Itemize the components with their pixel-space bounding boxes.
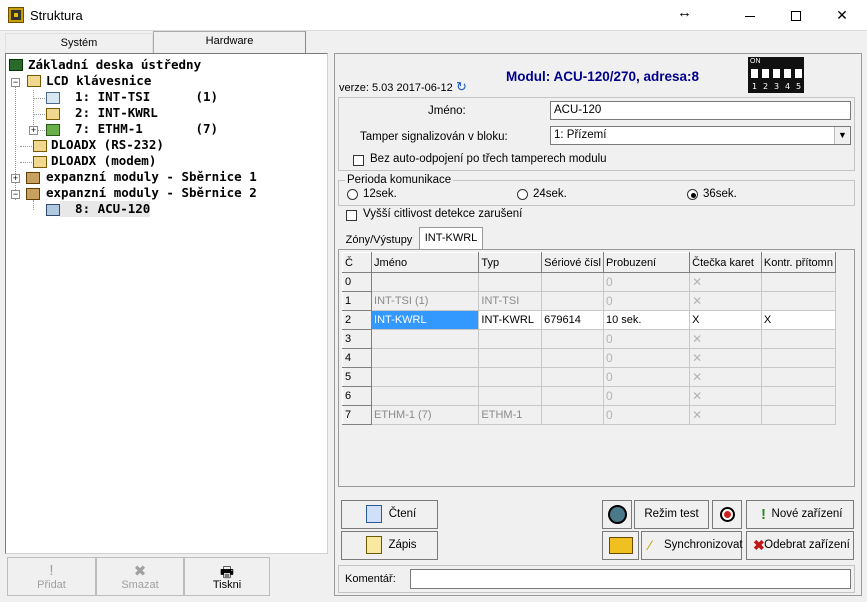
tamper-label: Tamper signalizován v bloku: xyxy=(360,131,508,143)
col-header-card-reader[interactable]: Čtečka karet xyxy=(689,252,762,273)
table-row[interactable]: 7 ETHM-1 (7) ETHM-1 0 ✕ xyxy=(341,405,837,425)
tree-node-bus-2[interactable]: expanzní moduly - Sběrnice 2 xyxy=(46,185,257,201)
period-36s-label: 36sek. xyxy=(703,188,737,200)
col-header-name[interactable]: Jméno xyxy=(371,252,480,273)
mainboard-icon xyxy=(9,59,23,71)
dip-switch-icon: ON 1 2 3 4 5 xyxy=(748,57,804,93)
synchronize-button[interactable]: ⁄ Synchronizovat xyxy=(641,531,743,560)
tab-hardware[interactable]: Hardware xyxy=(153,31,306,53)
resize-cursor-icon: ↔ xyxy=(677,4,692,21)
read-icon xyxy=(366,505,382,523)
period-24s-radio[interactable] xyxy=(517,189,528,200)
diagnostic-icon xyxy=(720,507,735,522)
expander-bus-icon xyxy=(26,188,40,200)
hardware-tree[interactable]: Základní deska ústředny − LCD klávesnice… xyxy=(5,53,328,554)
minimize-button[interactable] xyxy=(727,0,773,31)
table-row[interactable]: 5 0 ✕ xyxy=(341,367,837,387)
test-mode-led-icon xyxy=(608,505,627,524)
read-button[interactable]: Čtení xyxy=(341,500,438,529)
print-button[interactable]: 🖶 Tiskni xyxy=(184,557,270,596)
module-title: Modul: ACU-120/270, adresa:8 xyxy=(506,69,700,84)
tree-expander[interactable]: − xyxy=(11,190,20,199)
tree-node-mainboard[interactable]: Základní deska ústředny xyxy=(28,57,201,73)
test-mode-indicator[interactable] xyxy=(602,500,632,529)
col-header-wakeup[interactable]: Probuzení xyxy=(602,252,691,273)
auto-disconnect-checkbox[interactable] xyxy=(353,155,364,166)
comment-field[interactable] xyxy=(410,569,851,589)
expander-bus-icon xyxy=(26,172,40,184)
ethernet-module-icon xyxy=(46,124,60,136)
table-row[interactable]: 1 INT-TSI (1) INT-TSI 0 ✕ xyxy=(341,291,837,311)
name-field[interactable]: ACU-120 xyxy=(550,101,851,120)
remove-device-button[interactable]: ✖ Odebrat zařízení xyxy=(746,531,854,560)
keypad-icon xyxy=(46,108,60,120)
tree-node-int-kwrl[interactable]: 2: INT-KWRL xyxy=(60,105,158,121)
delete-icon: ✖ xyxy=(133,563,147,580)
period-36s-radio[interactable] xyxy=(687,189,698,200)
keypad-group-icon xyxy=(27,75,41,87)
tree-node-lcd-keypads[interactable]: LCD klávesnice xyxy=(46,73,151,89)
tree-expander[interactable]: + xyxy=(29,126,38,135)
tree-expander[interactable]: + xyxy=(11,174,20,183)
new-device-button[interactable]: ! Nové zařízení xyxy=(746,500,854,529)
tab-int-kwrl[interactable]: INT-KWRL xyxy=(419,227,483,250)
higher-sensitivity-label: Vyšší citlivost detekce zarušení xyxy=(363,208,523,220)
test-mode-button[interactable]: Režim test xyxy=(634,500,709,529)
table-row[interactable]: 3 0 ✕ xyxy=(341,329,837,349)
name-label: Jméno: xyxy=(428,105,466,117)
table-row[interactable]: 6 0 ✕ xyxy=(341,386,837,406)
chevron-down-icon[interactable]: ▼ xyxy=(834,127,850,144)
period-12s-radio[interactable] xyxy=(347,189,358,200)
close-button[interactable]: ✕ xyxy=(819,0,865,31)
remove-icon: ✖ xyxy=(753,537,765,553)
tree-node-bus-1[interactable]: expanzní moduly - Sběrnice 1 xyxy=(46,169,257,185)
period-label: Perioda komunikace xyxy=(345,174,454,186)
col-header-type[interactable]: Typ xyxy=(478,252,543,273)
app-icon xyxy=(8,7,24,23)
refresh-icon[interactable]: ↻ xyxy=(456,79,467,95)
tools-icon xyxy=(609,537,633,554)
tab-system[interactable]: Systém xyxy=(5,33,153,53)
tree-node-dloadx-rs232[interactable]: DLOADX (RS-232) xyxy=(51,137,164,153)
period-24s-label: 24sek. xyxy=(533,188,567,200)
write-icon xyxy=(366,536,382,554)
devices-grid[interactable]: Č Jméno Typ Sériové čísl Probuzení Čtečk… xyxy=(341,252,837,425)
tree-node-dloadx-modem[interactable]: DLOADX (modem) xyxy=(51,153,156,169)
wireless-diagnostic-button[interactable] xyxy=(712,500,742,529)
tree-expander[interactable]: − xyxy=(11,78,20,87)
tree-node-acu-120[interactable]: 8: ACU-120 xyxy=(60,201,151,217)
tools-button[interactable] xyxy=(602,531,639,560)
auto-disconnect-label: Bez auto-odpojení po třech tamperech mod… xyxy=(370,153,607,165)
tree-node-int-tsi[interactable]: 1: INT-TSI (1) xyxy=(60,89,218,105)
wand-icon: ⁄ xyxy=(649,537,652,553)
wireless-controller-icon xyxy=(46,204,60,216)
table-row[interactable]: 4 0 ✕ xyxy=(341,348,837,368)
table-row[interactable]: 2 INT-KWRL INT-KWRL 679614 10 sek. X X xyxy=(341,310,837,330)
period-12s-label: 12sek. xyxy=(363,188,397,200)
add-button[interactable]: ! Přidat xyxy=(7,557,96,596)
tree-node-ethm-1[interactable]: 7: ETHM-1 (7) xyxy=(60,121,218,137)
maximize-button[interactable] xyxy=(773,0,819,31)
comment-label: Komentář: xyxy=(345,573,396,585)
write-button[interactable]: Zápis xyxy=(341,531,438,560)
window-title: Struktura xyxy=(30,8,83,23)
exclamation-icon: ! xyxy=(49,562,54,579)
delete-button[interactable]: ✖ Smazat xyxy=(96,557,184,596)
tamper-partition-select[interactable]: 1: Přízemí ▼ xyxy=(550,126,851,145)
grid-header: Č Jméno Typ Sériové čísl Probuzení Čtečk… xyxy=(341,252,837,273)
col-header-number[interactable]: Č xyxy=(341,252,373,273)
version-label: verze: 5.03 2017-06-12 xyxy=(339,82,453,94)
dloadx-icon xyxy=(33,156,47,168)
exclamation-icon: ! xyxy=(761,506,766,523)
col-header-presence[interactable]: Kontr. přítomn xyxy=(760,252,837,273)
table-row[interactable]: 0 0 ✕ xyxy=(341,272,837,292)
tab-zones-outputs[interactable]: Zóny/Výstupy xyxy=(339,230,419,250)
col-header-serial[interactable]: Sériové čísl xyxy=(541,252,604,273)
touchscreen-icon xyxy=(46,92,60,104)
dloadx-icon xyxy=(33,140,47,152)
higher-sensitivity-checkbox[interactable] xyxy=(346,210,357,221)
